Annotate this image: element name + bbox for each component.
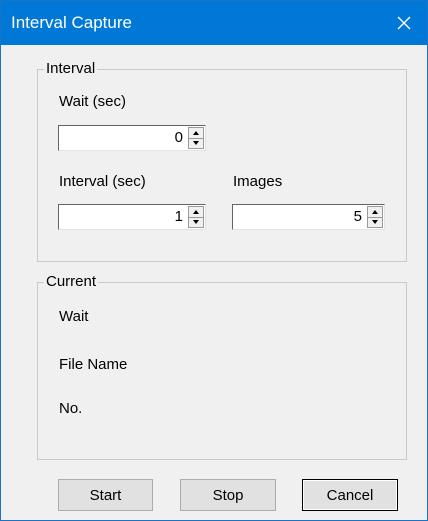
- number-label: No.: [59, 400, 83, 417]
- images-spin-buttons: [367, 206, 383, 228]
- arrow-down-icon: [193, 220, 199, 224]
- arrow-up-icon: [372, 210, 378, 214]
- interval-spinbox[interactable]: 1: [58, 204, 206, 230]
- wait-spinbox[interactable]: 0: [58, 125, 206, 151]
- wait-sec-label: Wait (sec): [59, 93, 126, 110]
- images-value: 5: [353, 208, 362, 225]
- interval-group-title: Interval: [44, 60, 98, 78]
- interval-sec-label: Interval (sec): [59, 173, 146, 190]
- wait-value: 0: [174, 129, 183, 146]
- interval-capture-dialog: Interval Capture Interval Wait (sec) 0 I…: [0, 0, 428, 521]
- arrow-up-icon: [193, 131, 199, 135]
- close-button[interactable]: [381, 1, 427, 45]
- file-name-label: File Name: [59, 356, 128, 373]
- arrow-down-icon: [372, 220, 378, 224]
- images-spinbox[interactable]: 5: [232, 204, 385, 230]
- close-icon: [397, 16, 411, 30]
- arrow-down-icon: [193, 141, 199, 145]
- images-spin-down-button[interactable]: [368, 217, 382, 227]
- interval-spin-buttons: [188, 206, 204, 228]
- title-bar: Interval Capture: [1, 1, 427, 45]
- current-group-title: Current: [44, 273, 99, 291]
- images-label: Images: [233, 173, 283, 190]
- interval-value: 1: [174, 208, 183, 225]
- start-button[interactable]: Start: [58, 479, 153, 511]
- stop-button[interactable]: Stop: [180, 479, 276, 511]
- window-title: Interval Capture: [11, 13, 132, 32]
- arrow-up-icon: [193, 210, 199, 214]
- interval-spin-down-button[interactable]: [189, 217, 203, 227]
- cancel-button[interactable]: Cancel: [302, 479, 398, 511]
- current-wait-label: Wait: [59, 308, 89, 325]
- wait-spin-buttons: [188, 127, 204, 149]
- wait-spin-down-button[interactable]: [189, 138, 203, 148]
